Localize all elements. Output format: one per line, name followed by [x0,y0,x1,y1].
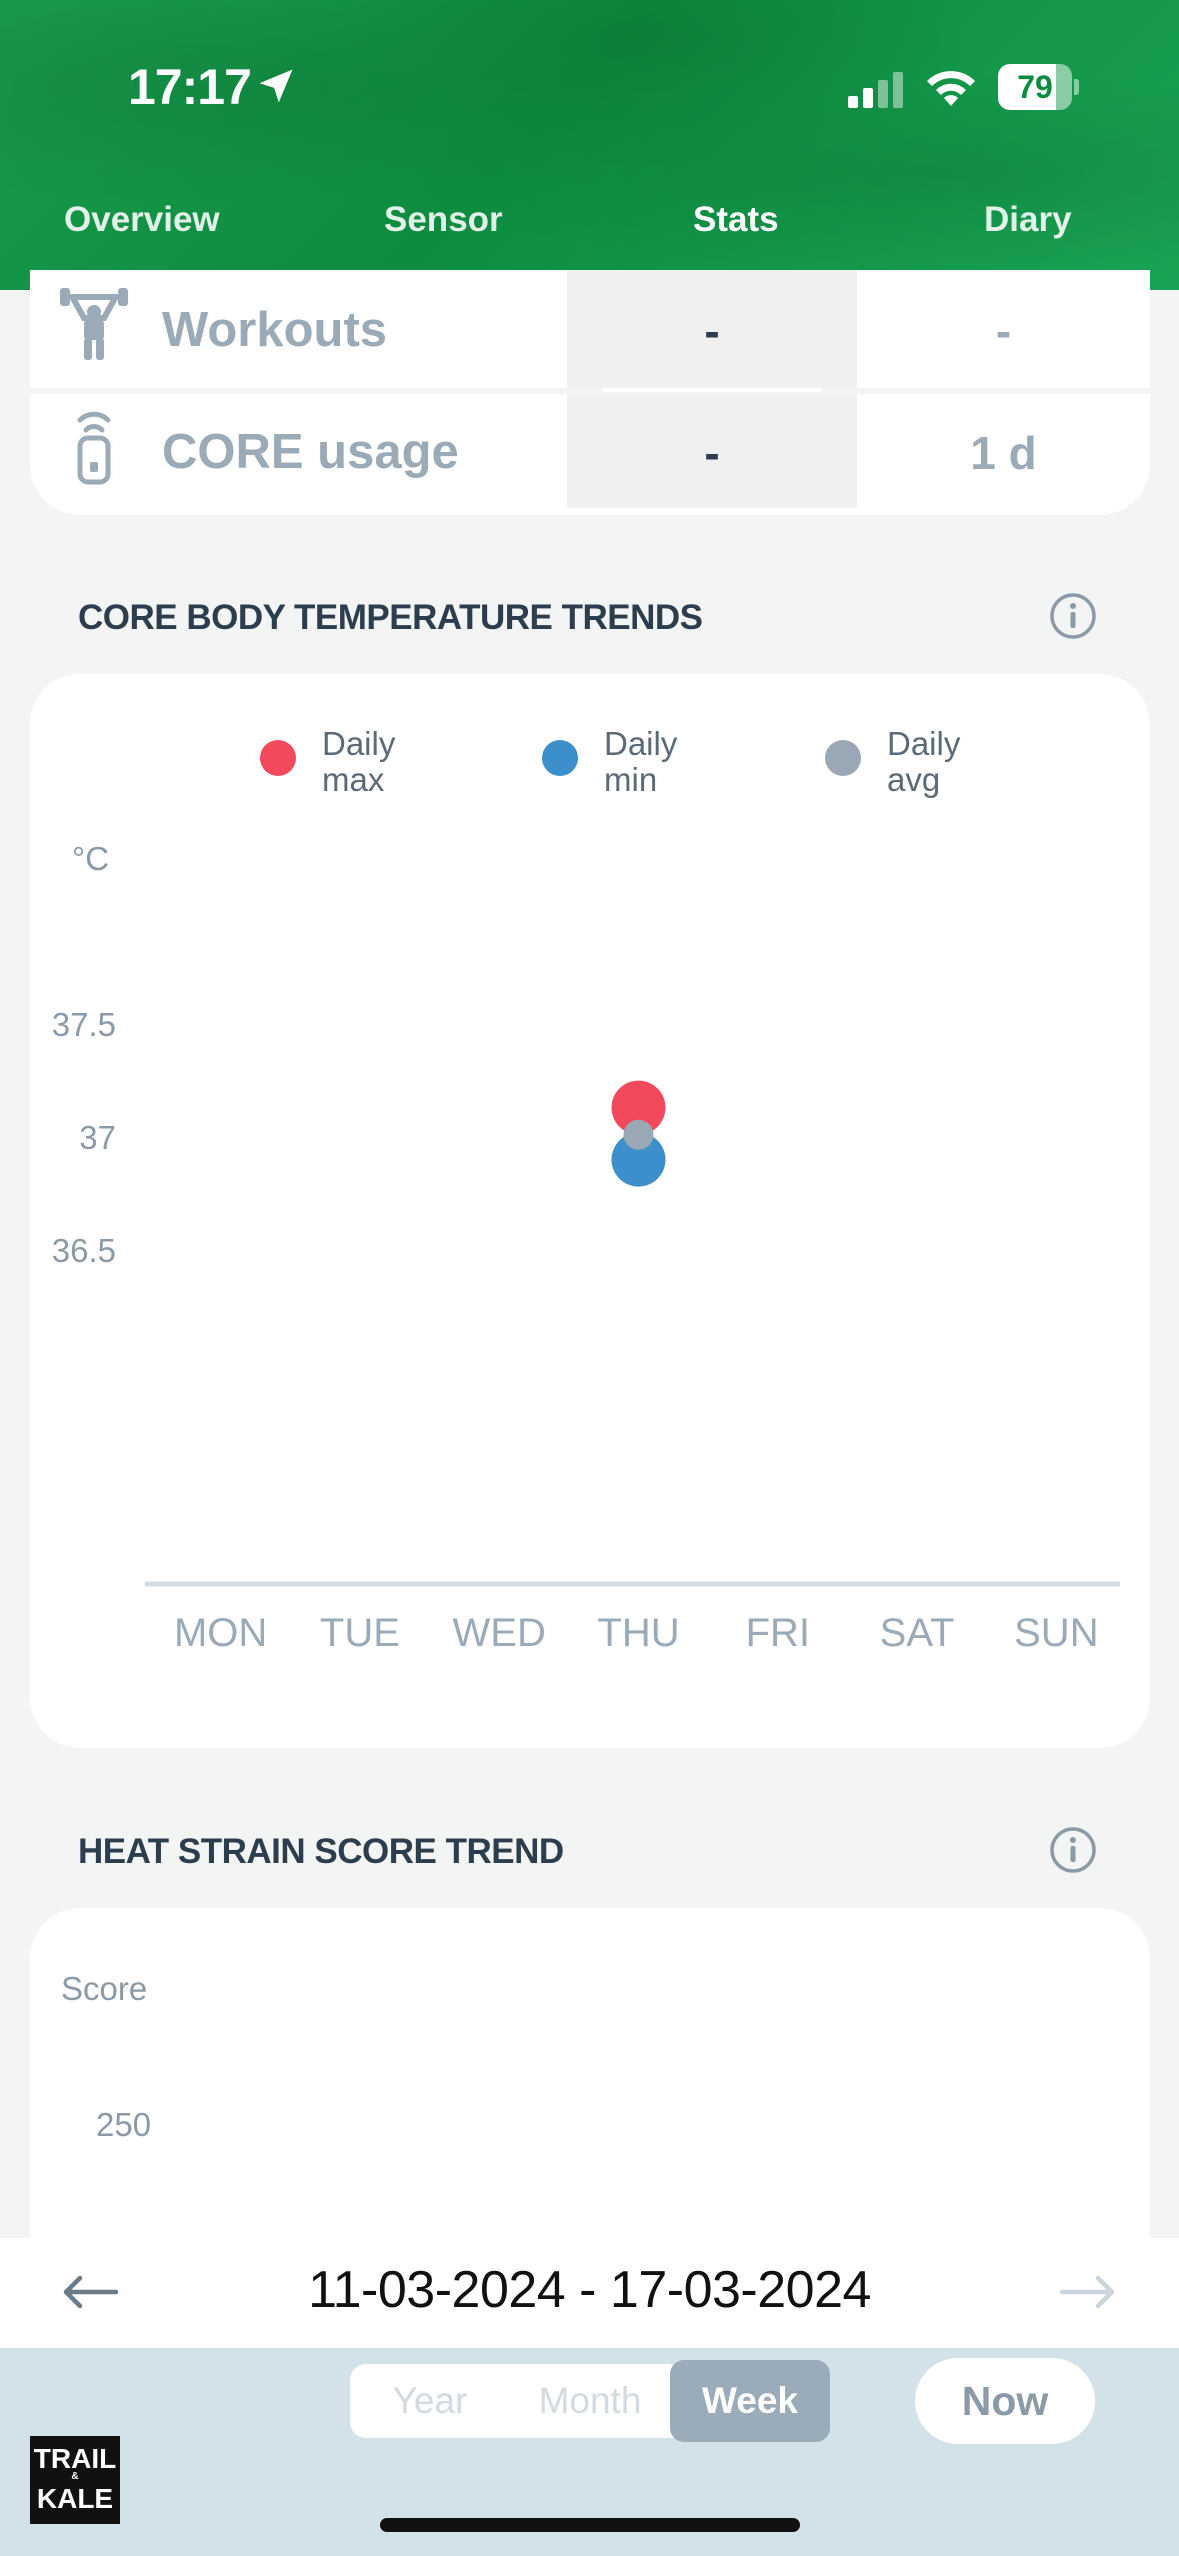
home-indicator [380,2518,800,2532]
battery-indicator: 79 [998,64,1079,110]
x-tick-label: SUN [1014,1611,1098,1655]
info-icon[interactable] [1049,1826,1097,1874]
temperature-chart-card: Daily max Daily min Daily avg °C 37.5 37 36… [30,674,1150,1748]
temperature-section-title: CORE BODY TEMPERATURE TRENDS [78,598,703,637]
cellular-signal-icon [848,72,903,108]
temperature-chart: °C 37.5 37 36.5 MON TUE WED THU FRI SAT SUN [52,840,1120,1655]
trail-kale-logo: TRAIL & KALE [30,2436,120,2524]
heat-section-title: HEAT STRAIN SCORE TREND [78,1832,564,1871]
location-arrow-icon [259,69,293,103]
usage-label-core: CORE usage [162,425,459,479]
x-tick-label: WED [453,1611,546,1655]
usage-label-workouts: Workouts [162,303,388,357]
x-tick-label: FRI [746,1611,810,1655]
x-tick-label: THU [597,1611,679,1655]
arrow-right-icon[interactable] [1058,2270,1118,2314]
date-range-bar: 11-03-2024 - 17-03-2024 [0,2238,1179,2348]
usage-summary-card: Workouts - - CORE usage - 1 d [30,270,1150,515]
tab-sensor[interactable]: Sensor [384,200,503,240]
y-tick-label: 37.5 [52,1006,116,1043]
info-icon[interactable] [1049,592,1097,640]
date-range-text: 11-03-2024 - 17-03-2024 [308,2261,871,2319]
now-button[interactable]: Now [915,2358,1095,2444]
y-tick-label: 36.5 [52,1232,116,1269]
y-tick-label: 37 [79,1119,116,1156]
usage-value-previous: - [995,305,1012,357]
usage-value-previous: 1 d [970,427,1037,479]
tab-overview[interactable]: Overview [64,200,220,240]
status-bar: 17:17 79 [0,50,1179,120]
status-time: 17:17 [128,59,252,115]
x-tick-label: SAT [880,1611,955,1655]
usage-row-workouts: Workouts - - [30,270,1150,380]
period-option-year[interactable]: Year [350,2364,510,2438]
tab-stats[interactable]: Stats [693,200,779,240]
heat-chart-y-axis-label: Score [61,1970,148,2007]
period-segmented-control: Year Month Week [350,2360,830,2442]
weightlifter-icon [60,288,128,360]
period-option-month[interactable]: Month [510,2364,670,2438]
usage-row-core: CORE usage - 1 d [30,394,1150,504]
data-point-daily-avg [623,1119,654,1150]
wifi-icon [927,71,975,106]
usage-value-current: - [704,305,720,357]
tab-diary[interactable]: Diary [984,200,1072,240]
x-tick-label: MON [174,1611,267,1655]
x-tick-label: TUE [320,1611,400,1655]
battery-percent: 79 [1017,68,1053,105]
heat-chart-y-tick: 250 [96,2106,152,2143]
usage-value-current: - [704,427,720,479]
period-option-week[interactable]: Week [670,2360,830,2442]
y-axis-unit-label: °C [72,840,109,877]
sensor-device-icon [77,411,111,485]
app-header: 17:17 79 Overview Sensor Stats Diary [0,0,1179,290]
